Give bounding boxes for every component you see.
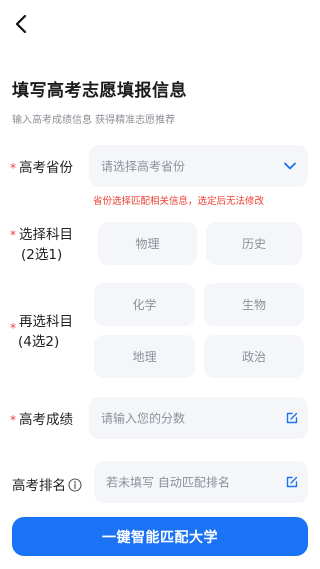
- reselect-option-biology[interactable]: 生物: [204, 283, 304, 326]
- rank-input[interactable]: 若未填写 自动匹配排名: [94, 461, 308, 503]
- chevron-left-icon: [15, 14, 27, 34]
- score-placeholder: 请输入您的分数: [101, 411, 186, 426]
- score-label: * 高考成绩: [10, 412, 73, 428]
- smart-match-button[interactable]: 一键智能匹配大学: [12, 517, 308, 556]
- reselect-option-geography[interactable]: 地理: [94, 335, 195, 378]
- score-input[interactable]: 请输入您的分数: [89, 397, 308, 439]
- back-button[interactable]: [10, 12, 32, 36]
- province-hint: 省份选择匹配相关信息，选定后无法修改: [93, 196, 265, 207]
- required-mark: *: [10, 228, 16, 242]
- rank-label: 高考排名: [12, 478, 66, 494]
- subject-select-label: * 选择科目 (2选1): [10, 227, 73, 263]
- chevron-down-icon: [284, 162, 296, 170]
- edit-icon: [286, 412, 298, 424]
- province-placeholder: 请选择高考省份: [101, 159, 186, 174]
- required-mark: *: [10, 321, 16, 335]
- info-icon[interactable]: [68, 478, 82, 492]
- subject-option-history[interactable]: 历史: [206, 222, 302, 265]
- reselect-option-chemistry[interactable]: 化学: [94, 283, 195, 326]
- subject-option-physics[interactable]: 物理: [98, 222, 197, 265]
- reselect-label: * 再选科目 (4选2): [10, 314, 73, 350]
- page-title: 填写高考志愿填报信息: [12, 81, 187, 101]
- page-subtitle: 输入高考成绩信息 获得精准志愿推荐: [12, 115, 176, 126]
- required-mark: *: [10, 413, 16, 427]
- rank-placeholder: 若未填写 自动匹配排名: [106, 475, 230, 490]
- reselect-option-politics[interactable]: 政治: [204, 335, 304, 378]
- province-label: * 高考省份: [10, 160, 73, 176]
- required-mark: *: [10, 161, 16, 175]
- province-select[interactable]: 请选择高考省份: [89, 145, 308, 187]
- edit-icon: [286, 476, 298, 488]
